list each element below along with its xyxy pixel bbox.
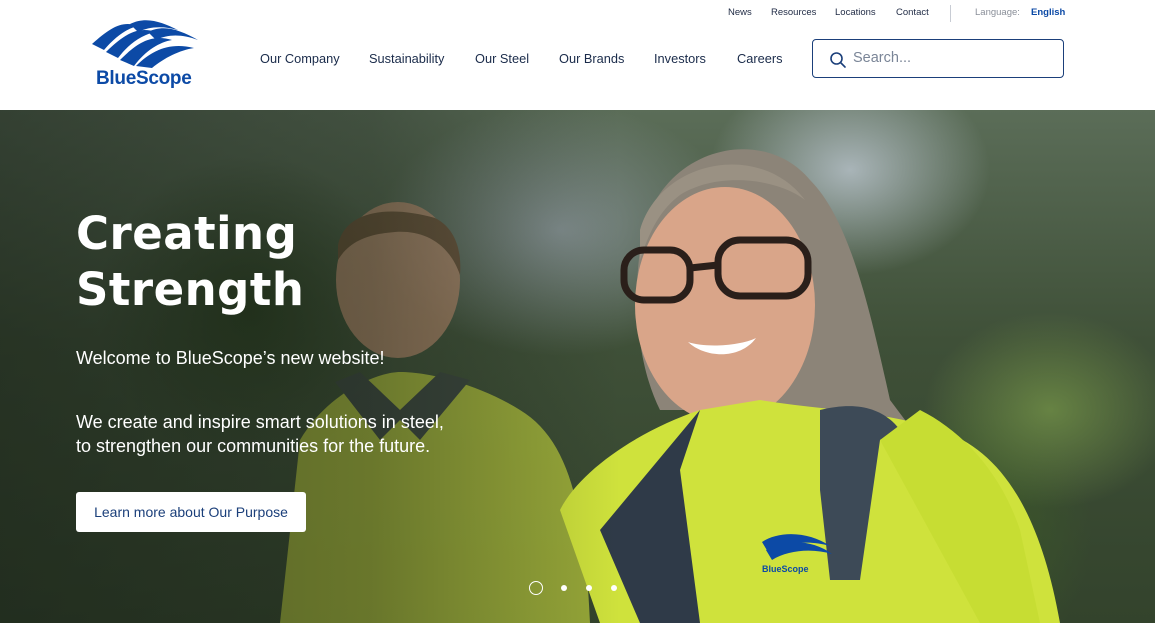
utility-link-resources[interactable]: Resources xyxy=(771,7,816,18)
logo-wordmark: BlueScope xyxy=(96,68,192,89)
hero-title-line-2: Strength xyxy=(76,263,305,316)
nav-item-careers[interactable]: Careers xyxy=(737,51,783,66)
search-icon[interactable] xyxy=(829,51,847,69)
utility-divider xyxy=(950,5,951,22)
carousel-dot-3[interactable] xyxy=(586,585,592,591)
nav-item-our-company[interactable]: Our Company xyxy=(260,51,340,66)
hero-tagline-line-2: to strengthen our communities for the fu… xyxy=(76,436,431,456)
nav-item-investors[interactable]: Investors xyxy=(654,51,706,66)
learn-more-button[interactable]: Learn more about Our Purpose xyxy=(76,492,306,532)
nav-item-our-brands[interactable]: Our Brands xyxy=(559,51,624,66)
hero-tagline: We create and inspire smart solutions in… xyxy=(76,410,516,458)
utility-link-locations[interactable]: Locations xyxy=(835,7,876,18)
nav-item-sustainability[interactable]: Sustainability xyxy=(369,51,444,66)
carousel-pagination xyxy=(529,581,629,597)
search-box[interactable] xyxy=(812,39,1064,78)
site-header: BlueScope News Resources Locations Conta… xyxy=(0,0,1155,110)
hero-title-line-1: Creating xyxy=(76,207,298,260)
utility-link-contact[interactable]: Contact xyxy=(896,7,929,18)
carousel-dot-2[interactable] xyxy=(561,585,567,591)
language-label: Language: xyxy=(975,7,1020,18)
vest-logo-text: BlueScope xyxy=(762,564,809,574)
utility-nav: News Resources Locations Contact Languag… xyxy=(0,5,1155,22)
wave-logo-icon xyxy=(92,20,198,68)
nav-item-our-steel[interactable]: Our Steel xyxy=(475,51,529,66)
hero-welcome-text: Welcome to BlueScope’s new website! xyxy=(76,348,385,368)
bluescope-logo[interactable]: BlueScope xyxy=(90,18,206,94)
hero-title: Creating Strength xyxy=(76,206,456,318)
carousel-dot-1[interactable] xyxy=(529,581,543,595)
language-selector[interactable]: English xyxy=(1031,7,1065,18)
utility-link-news[interactable]: News xyxy=(728,7,752,18)
hero-tagline-line-1: We create and inspire smart solutions in… xyxy=(76,412,444,432)
hero-banner: BlueScope Creating Strength Welcome to B… xyxy=(0,110,1155,623)
search-input[interactable] xyxy=(853,48,1053,68)
carousel-dot-4[interactable] xyxy=(611,585,617,591)
